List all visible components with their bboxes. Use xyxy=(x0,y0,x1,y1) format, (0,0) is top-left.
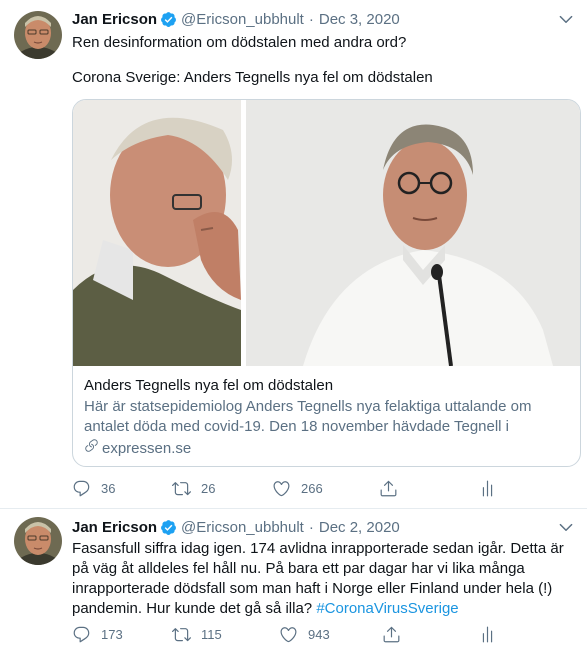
analytics-icon xyxy=(478,625,497,644)
share-button[interactable] xyxy=(382,625,401,644)
retweet-icon xyxy=(172,625,191,644)
retweet-button[interactable]: 26 xyxy=(172,479,215,498)
share-icon xyxy=(379,479,398,498)
retweet-icon xyxy=(172,479,191,498)
tweet-date[interactable]: Dec 2, 2020 xyxy=(319,519,400,536)
author-handle[interactable]: @Ericson_ubbhult xyxy=(181,519,304,536)
link-card[interactable]: Anders Tegnells nya fel om dödstalen Här… xyxy=(72,99,581,467)
card-domain[interactable]: expressen.se xyxy=(84,438,570,459)
verified-badge-icon xyxy=(160,11,177,28)
card-image[interactable] xyxy=(73,100,580,367)
tweet-date[interactable]: Dec 3, 2020 xyxy=(319,11,400,28)
author-handle[interactable]: @Ericson_ubbhult xyxy=(181,11,304,28)
reply-icon xyxy=(72,625,91,644)
card-title[interactable]: Anders Tegnells nya fel om dödstalen xyxy=(84,376,570,396)
analytics-icon xyxy=(478,479,497,498)
reply-button[interactable]: 36 xyxy=(72,479,115,498)
link-icon xyxy=(84,438,102,459)
tweet[interactable]: Jan Ericson @Ericson_ubbhult · Dec 2, 20… xyxy=(0,509,587,655)
card-body[interactable]: Anders Tegnells nya fel om dödstalen Här… xyxy=(73,366,580,459)
avatar[interactable] xyxy=(14,11,62,59)
author-name[interactable]: Jan Ericson xyxy=(72,11,157,28)
analytics-button[interactable] xyxy=(478,479,497,498)
reply-count: 173 xyxy=(101,626,123,642)
separator: · xyxy=(308,518,314,536)
chevron-down-icon[interactable] xyxy=(557,10,575,28)
like-button[interactable]: 266 xyxy=(272,479,323,498)
like-button[interactable]: 943 xyxy=(279,625,330,644)
reply-button[interactable]: 173 xyxy=(72,625,123,644)
analytics-button[interactable] xyxy=(478,625,497,644)
chevron-down-icon[interactable] xyxy=(557,518,575,536)
author-name[interactable]: Jan Ericson xyxy=(72,519,157,536)
share-button[interactable] xyxy=(379,479,398,498)
heart-icon xyxy=(279,625,298,644)
tweet-header: Jan Ericson @Ericson_ubbhult · Dec 3, 20… xyxy=(72,9,400,29)
card-description: Här är statsepidemiolog Anders Tegnells … xyxy=(84,398,532,435)
avatar[interactable] xyxy=(14,517,62,565)
share-icon xyxy=(382,625,401,644)
heart-icon xyxy=(272,479,291,498)
reply-count: 36 xyxy=(101,480,116,496)
tweet[interactable]: Jan Ericson @Ericson_ubbhult · Dec 3, 20… xyxy=(0,0,587,509)
separator: · xyxy=(308,10,314,28)
tweet-text: Ren desinformation om dödstalen med andr… xyxy=(72,34,407,51)
like-count: 943 xyxy=(308,626,330,642)
retweet-count: 115 xyxy=(201,626,222,642)
retweet-count: 26 xyxy=(201,480,216,496)
like-count: 266 xyxy=(301,480,323,496)
hashtag-link[interactable]: #CoronaVirusSverige xyxy=(316,600,458,617)
retweet-button[interactable]: 115 xyxy=(172,625,222,644)
tweet-text: Fasansfull siffra idag igen. 174 avlidna… xyxy=(72,539,577,619)
tweet-actions: 173 115 943 xyxy=(72,624,512,644)
verified-badge-icon xyxy=(160,519,177,536)
tweet-text-headline: Corona Sverige: Anders Tegnells nya fel … xyxy=(72,69,433,86)
card-domain-text: expressen.se xyxy=(102,439,192,457)
tweet-header: Jan Ericson @Ericson_ubbhult · Dec 2, 20… xyxy=(72,517,400,537)
reply-icon xyxy=(72,479,91,498)
tweet-actions: 36 26 266 xyxy=(72,478,512,498)
